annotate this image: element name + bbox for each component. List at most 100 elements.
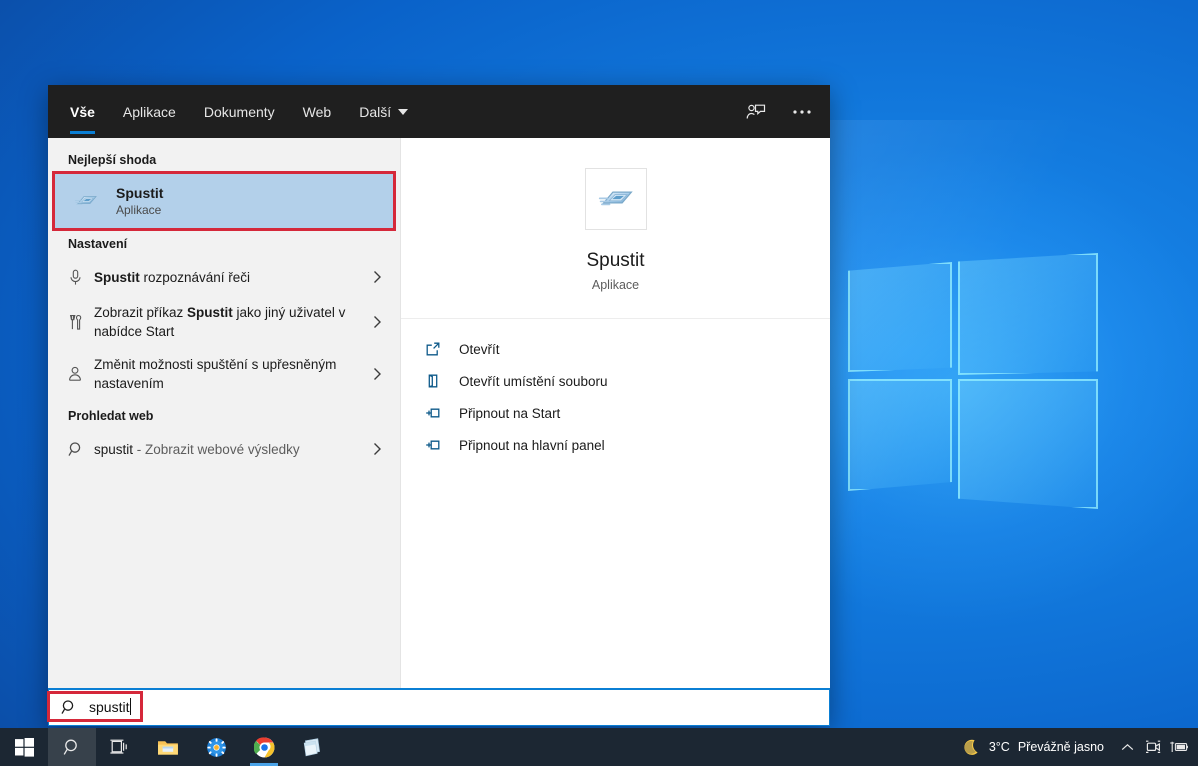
settings-app-button[interactable] (192, 728, 240, 766)
group-heading-settings: Nastavení (68, 237, 128, 251)
start-button[interactable] (0, 728, 48, 766)
settings-item-speech-recognition[interactable]: Spustit rozpoznávání řeči (48, 258, 400, 296)
tab-aplikace[interactable]: Aplikace (123, 89, 176, 134)
settings-item-1-rest: rozpoznávání řeči (139, 269, 251, 285)
settings-item-2-prefix: Zobrazit příkaz (94, 305, 188, 320)
weather-temperature: 3°C (988, 740, 1010, 754)
battery-charging-icon (1170, 741, 1188, 752)
action-pin-to-start-label: Připnout na Start (459, 405, 561, 421)
settings-item-1-bold: Spustit (94, 269, 140, 285)
tab-dokumenty-label: Dokumenty (203, 104, 275, 120)
windows-logo-pane-top-left (848, 262, 952, 372)
search-button[interactable] (48, 728, 96, 766)
best-match-text: Spustit Aplikace (116, 185, 163, 217)
pin-icon (425, 438, 459, 452)
chrome-button[interactable] (240, 728, 288, 766)
settings-item-run-as-different-user[interactable]: Zobrazit příkaz Spustit jako jiný uživat… (48, 296, 400, 348)
user-icon (68, 366, 94, 382)
action-open-file-location-label: Otevřít umístění souboru (459, 373, 608, 389)
settings-item-speech-recognition-label: Spustit rozpoznávání řeči (94, 268, 368, 287)
action-open[interactable]: Otevřít (401, 333, 830, 365)
app-preview-panel: Spustit Aplikace Otevřít Otevřít umístěn… (400, 138, 830, 726)
results-list: Nejlepší shoda Spustit Aplikace Nastaven… (48, 138, 400, 726)
search-icon (63, 739, 77, 755)
tab-dalsi-label: Další (359, 104, 392, 120)
ellipsis-icon[interactable] (788, 98, 816, 126)
weather-widget[interactable]: 3°C Převážně jasno (951, 728, 1114, 766)
search-body: Nejlepší shoda Spustit Aplikace Nastaven… (48, 138, 830, 726)
chevron-right-icon (368, 442, 386, 456)
app-actions-list: Otevřít Otevřít umístění souboru Připnou… (401, 319, 830, 461)
task-view-button[interactable] (96, 728, 144, 766)
feedback-person-icon[interactable] (742, 98, 770, 126)
search-input-value: spustit (89, 699, 130, 715)
sticky-notes-button[interactable] (288, 728, 336, 766)
tab-dalsi[interactable]: Další (359, 89, 409, 134)
file-explorer-button[interactable] (144, 728, 192, 766)
blue-gear-icon (206, 737, 226, 757)
app-preview-title: Spustit (586, 250, 645, 271)
folder-location-icon (425, 373, 459, 389)
best-match-subtitle: Aplikace (116, 203, 162, 217)
windows-logo-pane-bottom-right (958, 379, 1098, 509)
app-preview-card: Spustit Aplikace (401, 138, 830, 319)
best-match-container: Spustit Aplikace (48, 171, 400, 231)
group-heading-best-match: Nejlepší shoda (68, 153, 157, 167)
sticky-notes-icon (303, 737, 320, 756)
meet-now-button[interactable] (1140, 728, 1166, 766)
action-pin-to-start[interactable]: Připnout na Start (401, 397, 830, 429)
run-app-icon (584, 168, 647, 230)
run-app-icon (70, 185, 102, 217)
text-cursor (130, 698, 132, 715)
windows-logo-pane-top-right (958, 253, 1098, 375)
tab-web-label: Web (302, 104, 332, 120)
action-pin-to-taskbar-label: Připnout na hlavní panel (459, 437, 605, 453)
windows-logo-pane-bottom-left (848, 379, 952, 491)
battery-button[interactable] (1166, 728, 1192, 766)
web-search-result-label: spustit - Zobrazit webové výsledky (94, 440, 368, 459)
settings-item-run-as-different-user-label: Zobrazit příkaz Spustit jako jiný uživat… (94, 303, 368, 341)
open-external-icon (425, 341, 459, 357)
tools-icon (68, 314, 94, 331)
group-heading-web: Prohledat web (68, 409, 154, 423)
settings-item-advanced-startup-options[interactable]: Změnit možnosti spuštění s upřesněným na… (48, 348, 400, 400)
tab-vse[interactable]: Vše (70, 89, 95, 134)
chevron-down-icon (398, 109, 409, 115)
windows-logo-icon (14, 737, 34, 757)
web-search-result-spustit[interactable]: spustit - Zobrazit webové výsledky (48, 430, 400, 468)
search-flyout: Vše Aplikace Dokumenty Web Další Nejlepš… (48, 85, 830, 726)
best-match-result-spustit[interactable]: Spustit Aplikace (54, 174, 394, 228)
search-icon (68, 441, 94, 458)
chevron-up-icon (1121, 743, 1133, 750)
moon-icon (964, 739, 978, 755)
search-icon (61, 699, 89, 716)
taskbar: 3°C Převážně jasno (0, 728, 1198, 766)
tab-dokumenty[interactable]: Dokumenty (204, 89, 275, 134)
web-search-query: spustit (94, 441, 134, 457)
tab-aplikace-label: Aplikace (122, 104, 176, 120)
web-search-suffix: - Zobrazit webové výsledky (133, 441, 300, 457)
settings-item-advanced-startup-options-label: Změnit možnosti spuštění s upřesněným na… (94, 357, 337, 391)
action-pin-to-taskbar[interactable]: Připnout na hlavní panel (401, 429, 830, 461)
chevron-right-icon (368, 270, 386, 284)
show-hidden-icons-button[interactable] (1114, 728, 1140, 766)
task-view-icon (110, 739, 127, 754)
app-preview-subtitle: Aplikace (591, 278, 640, 292)
chrome-icon (253, 736, 274, 757)
action-open-file-location[interactable]: Otevřít umístění souboru (401, 365, 830, 397)
chevron-right-icon (368, 315, 386, 329)
pin-icon (425, 406, 459, 420)
settings-item-2-bold: Spustit (187, 305, 233, 320)
microphone-icon (68, 269, 94, 286)
search-input[interactable]: spustit (89, 698, 132, 717)
action-open-label: Otevřít (459, 341, 500, 357)
system-tray: 3°C Převážně jasno (951, 728, 1198, 766)
tab-web[interactable]: Web (303, 89, 332, 134)
folder-icon (158, 740, 178, 755)
search-input-bar[interactable]: spustit (48, 688, 830, 726)
chevron-right-icon (368, 367, 386, 381)
tab-vse-label: Vše (70, 104, 95, 120)
weather-description: Převážně jasno (1017, 740, 1104, 754)
best-match-title: Spustit (116, 185, 164, 201)
search-header: Vše Aplikace Dokumenty Web Další (48, 85, 830, 138)
